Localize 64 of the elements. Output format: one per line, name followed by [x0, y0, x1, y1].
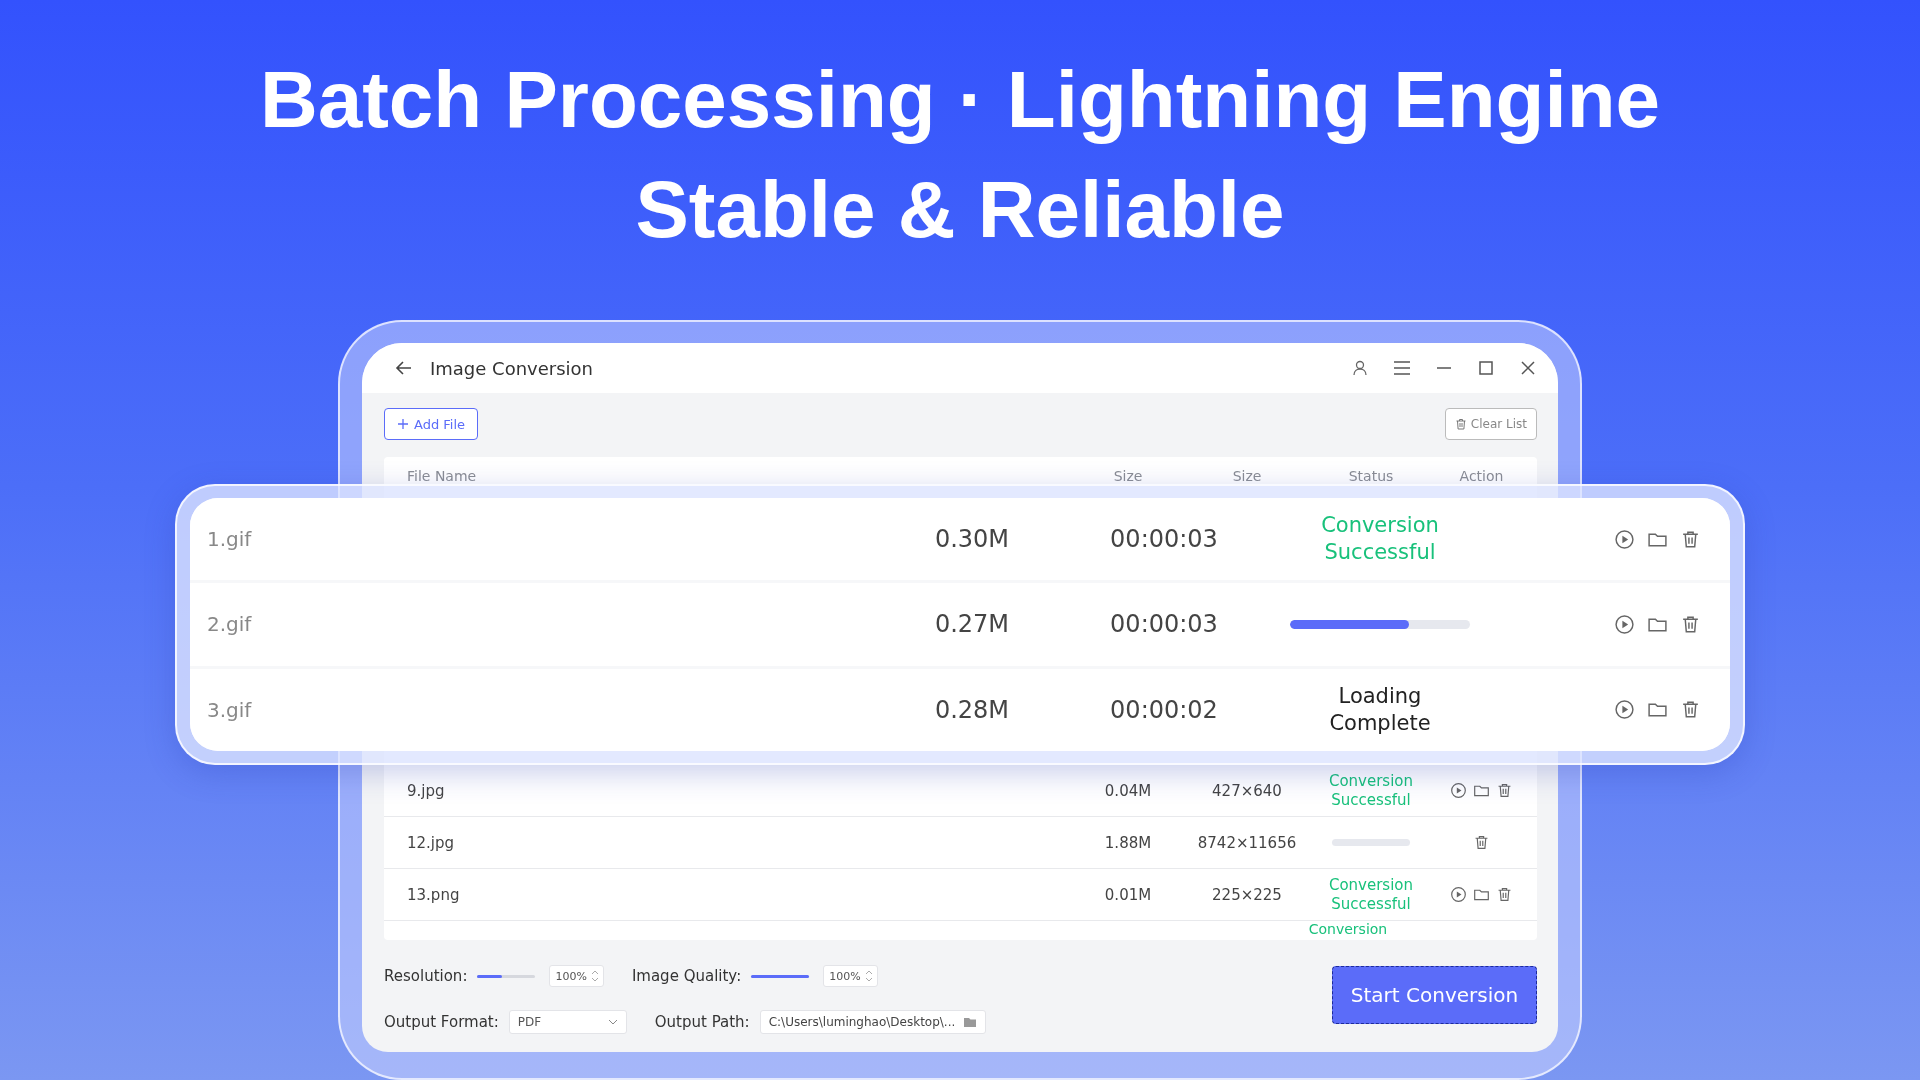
play-icon[interactable] [1613, 614, 1635, 635]
trash-icon[interactable] [1496, 782, 1513, 799]
file-row[interactable]: 2.gif 0.27M 00:00:03 [190, 583, 1730, 666]
plus-icon [397, 418, 409, 430]
column-header: Size [1231, 468, 1263, 484]
resolution-label: Resolution: [384, 967, 468, 985]
column-header: Status [1347, 468, 1395, 484]
add-file-button[interactable]: Add File [384, 408, 479, 440]
headline: Batch Processing · Lightning Engine [259, 54, 1661, 146]
file-row[interactable]: 3.gif 0.28M 00:00:02 Loading Complete [190, 668, 1730, 751]
file-name: 3.gif [207, 697, 253, 722]
headline: Stable & Reliable [635, 164, 1285, 256]
file-name: 2.gif [207, 612, 253, 637]
output-format-label: Output Format: [384, 1013, 499, 1031]
column-header: Action [1458, 468, 1505, 484]
duration: 00:00:03 [1109, 525, 1219, 554]
file-name: 1.gif [207, 527, 253, 552]
file-size: 1.88M [1103, 833, 1153, 852]
file-row[interactable]: 1.gif 0.30M 00:00:03 Conversion Successful [190, 498, 1730, 581]
status-text: Conversion Successful [1327, 771, 1415, 810]
resolution-slider[interactable] [477, 974, 536, 978]
image-quality-label: Image Quality: [631, 967, 742, 985]
status-text: Conversion Successful [1327, 875, 1415, 914]
file-size: 0.27M [933, 610, 1011, 639]
image-dimensions: 225×225 [1211, 885, 1283, 904]
play-icon[interactable] [1613, 699, 1635, 721]
folder-icon[interactable] [963, 1016, 978, 1028]
file-name: 9.jpg [407, 781, 446, 800]
user-icon[interactable] [1350, 358, 1370, 378]
image-dimensions: 427×640 [1211, 781, 1283, 800]
start-conversion-button[interactable]: Start Conversion [1332, 966, 1537, 1024]
menu-icon[interactable] [1392, 358, 1412, 378]
file-name: 12.jpg [407, 833, 456, 852]
file-size: 0.30M [933, 525, 1011, 554]
duration: 00:00:02 [1109, 695, 1219, 724]
file-row[interactable]: 12.jpg 1.88M 8742×11656 [384, 817, 1537, 869]
file-size: 0.28M [933, 695, 1011, 724]
trash-icon [1454, 418, 1467, 430]
file-size: 0.04M [1103, 781, 1153, 800]
maximize-icon[interactable] [1476, 358, 1496, 378]
resolution-input[interactable]: 100% [549, 965, 604, 987]
image-quality-input[interactable]: 100% [823, 965, 878, 987]
trash-icon[interactable] [1473, 834, 1490, 851]
output-path-label: Output Path: [654, 1013, 750, 1031]
status-text: Conversion [1307, 921, 1389, 937]
trash-icon[interactable] [1496, 886, 1513, 903]
output-format-select[interactable]: PDF [508, 1010, 627, 1034]
column-header: File Name [407, 468, 478, 484]
status-text: Loading Complete [1328, 682, 1432, 737]
play-icon[interactable] [1450, 782, 1467, 799]
clear-list-button[interactable]: Clear List [1444, 408, 1537, 440]
caret-icon [607, 1019, 618, 1025]
column-header: Size [1112, 468, 1144, 484]
duration: 00:00:03 [1109, 610, 1219, 639]
file-row[interactable]: 13.png 0.01M 225×225 Conversion Successful [384, 869, 1537, 921]
image-dimensions: 8742×11656 [1196, 833, 1298, 852]
play-icon[interactable] [1613, 528, 1635, 550]
output-path-field[interactable]: C:\Users\luminghao\Desktop\... [759, 1010, 987, 1034]
image-quality-slider[interactable] [751, 974, 810, 978]
file-size: 0.01M [1103, 885, 1153, 904]
play-icon[interactable] [1450, 886, 1467, 903]
status-text: Conversion Successful [1320, 512, 1440, 567]
window-title: Image Conversion [430, 357, 593, 379]
file-name: 13.png [407, 885, 461, 904]
